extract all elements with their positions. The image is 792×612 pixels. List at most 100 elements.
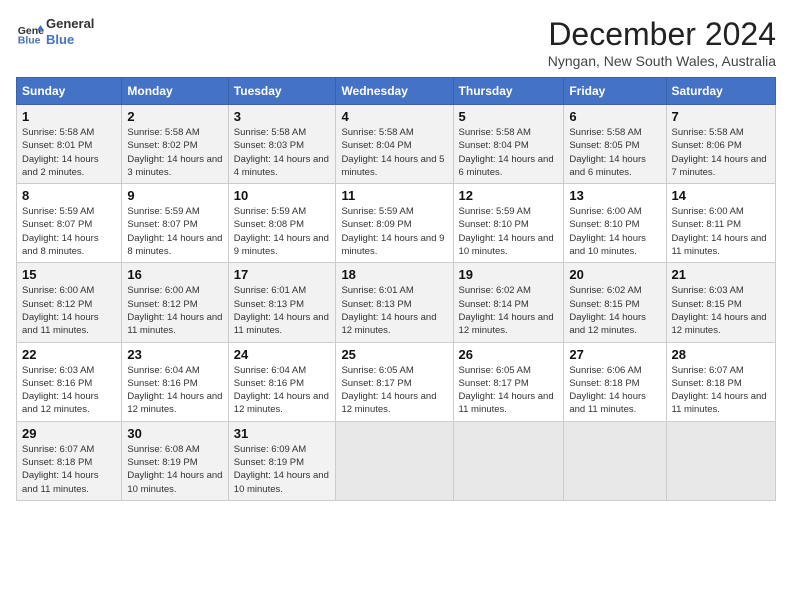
day-info: Sunrise: 5:58 AMSunset: 8:04 PMDaylight:…: [341, 126, 447, 179]
calendar-cell: [666, 421, 776, 500]
day-info: Sunrise: 5:59 AMSunset: 8:08 PMDaylight:…: [234, 205, 331, 258]
svg-text:Blue: Blue: [18, 34, 41, 46]
day-number: 28: [672, 347, 771, 362]
calendar-cell: 13 Sunrise: 6:00 AMSunset: 8:10 PMDaylig…: [564, 184, 666, 263]
calendar-cell: 14 Sunrise: 6:00 AMSunset: 8:11 PMDaylig…: [666, 184, 776, 263]
calendar-cell: 6 Sunrise: 5:58 AMSunset: 8:05 PMDayligh…: [564, 105, 666, 184]
day-info: Sunrise: 6:02 AMSunset: 8:15 PMDaylight:…: [569, 284, 660, 337]
day-info: Sunrise: 6:08 AMSunset: 8:19 PMDaylight:…: [127, 443, 222, 496]
day-number: 5: [459, 109, 559, 124]
day-number: 21: [672, 267, 771, 282]
calendar-cell: 18 Sunrise: 6:01 AMSunset: 8:13 PMDaylig…: [336, 263, 453, 342]
day-info: Sunrise: 6:01 AMSunset: 8:13 PMDaylight:…: [234, 284, 331, 337]
day-info: Sunrise: 6:07 AMSunset: 8:18 PMDaylight:…: [22, 443, 116, 496]
calendar-cell: 23 Sunrise: 6:04 AMSunset: 8:16 PMDaylig…: [122, 342, 228, 421]
page-header: General Blue General Blue December 2024 …: [16, 16, 776, 69]
day-info: Sunrise: 5:58 AMSunset: 8:04 PMDaylight:…: [459, 126, 559, 179]
day-info: Sunrise: 5:58 AMSunset: 8:03 PMDaylight:…: [234, 126, 331, 179]
calendar-cell: 17 Sunrise: 6:01 AMSunset: 8:13 PMDaylig…: [228, 263, 336, 342]
month-title: December 2024: [548, 16, 776, 53]
calendar-cell: 28 Sunrise: 6:07 AMSunset: 8:18 PMDaylig…: [666, 342, 776, 421]
day-info: Sunrise: 6:03 AMSunset: 8:16 PMDaylight:…: [22, 364, 116, 417]
calendar-header-row: SundayMondayTuesdayWednesdayThursdayFrid…: [17, 78, 776, 105]
day-info: Sunrise: 6:05 AMSunset: 8:17 PMDaylight:…: [459, 364, 559, 417]
calendar-cell: [564, 421, 666, 500]
title-block: December 2024 Nyngan, New South Wales, A…: [548, 16, 776, 69]
calendar-table: SundayMondayTuesdayWednesdayThursdayFrid…: [16, 77, 776, 501]
weekday-header-monday: Monday: [122, 78, 228, 105]
day-info: Sunrise: 6:00 AMSunset: 8:12 PMDaylight:…: [127, 284, 222, 337]
calendar-cell: 24 Sunrise: 6:04 AMSunset: 8:16 PMDaylig…: [228, 342, 336, 421]
day-number: 16: [127, 267, 222, 282]
day-number: 17: [234, 267, 331, 282]
day-number: 7: [672, 109, 771, 124]
day-info: Sunrise: 5:59 AMSunset: 8:10 PMDaylight:…: [459, 205, 559, 258]
calendar-cell: 7 Sunrise: 5:58 AMSunset: 8:06 PMDayligh…: [666, 105, 776, 184]
day-info: Sunrise: 6:03 AMSunset: 8:15 PMDaylight:…: [672, 284, 771, 337]
calendar-cell: 16 Sunrise: 6:00 AMSunset: 8:12 PMDaylig…: [122, 263, 228, 342]
day-info: Sunrise: 5:58 AMSunset: 8:01 PMDaylight:…: [22, 126, 116, 179]
day-info: Sunrise: 6:09 AMSunset: 8:19 PMDaylight:…: [234, 443, 331, 496]
calendar-cell: 21 Sunrise: 6:03 AMSunset: 8:15 PMDaylig…: [666, 263, 776, 342]
day-number: 3: [234, 109, 331, 124]
day-number: 24: [234, 347, 331, 362]
day-info: Sunrise: 5:59 AMSunset: 8:07 PMDaylight:…: [22, 205, 116, 258]
day-info: Sunrise: 5:58 AMSunset: 8:05 PMDaylight:…: [569, 126, 660, 179]
day-number: 31: [234, 426, 331, 441]
day-number: 11: [341, 188, 447, 203]
day-info: Sunrise: 6:04 AMSunset: 8:16 PMDaylight:…: [234, 364, 331, 417]
day-number: 15: [22, 267, 116, 282]
day-number: 8: [22, 188, 116, 203]
weekday-header-wednesday: Wednesday: [336, 78, 453, 105]
day-info: Sunrise: 6:00 AMSunset: 8:11 PMDaylight:…: [672, 205, 771, 258]
weekday-header-tuesday: Tuesday: [228, 78, 336, 105]
day-info: Sunrise: 5:59 AMSunset: 8:09 PMDaylight:…: [341, 205, 447, 258]
weekday-header-saturday: Saturday: [666, 78, 776, 105]
day-info: Sunrise: 6:04 AMSunset: 8:16 PMDaylight:…: [127, 364, 222, 417]
day-number: 4: [341, 109, 447, 124]
day-info: Sunrise: 6:01 AMSunset: 8:13 PMDaylight:…: [341, 284, 447, 337]
calendar-cell: 30 Sunrise: 6:08 AMSunset: 8:19 PMDaylig…: [122, 421, 228, 500]
calendar-cell: [453, 421, 564, 500]
day-number: 2: [127, 109, 222, 124]
day-number: 18: [341, 267, 447, 282]
calendar-cell: 22 Sunrise: 6:03 AMSunset: 8:16 PMDaylig…: [17, 342, 122, 421]
day-number: 13: [569, 188, 660, 203]
logo-icon: General Blue: [16, 18, 44, 46]
day-number: 26: [459, 347, 559, 362]
calendar-week-row: 29 Sunrise: 6:07 AMSunset: 8:18 PMDaylig…: [17, 421, 776, 500]
logo: General Blue General Blue: [16, 16, 94, 47]
calendar-cell: 8 Sunrise: 5:59 AMSunset: 8:07 PMDayligh…: [17, 184, 122, 263]
day-number: 20: [569, 267, 660, 282]
calendar-cell: 9 Sunrise: 5:59 AMSunset: 8:07 PMDayligh…: [122, 184, 228, 263]
day-info: Sunrise: 5:58 AMSunset: 8:02 PMDaylight:…: [127, 126, 222, 179]
weekday-header-sunday: Sunday: [17, 78, 122, 105]
day-number: 10: [234, 188, 331, 203]
day-info: Sunrise: 6:00 AMSunset: 8:12 PMDaylight:…: [22, 284, 116, 337]
day-number: 6: [569, 109, 660, 124]
calendar-cell: 10 Sunrise: 5:59 AMSunset: 8:08 PMDaylig…: [228, 184, 336, 263]
calendar-cell: 19 Sunrise: 6:02 AMSunset: 8:14 PMDaylig…: [453, 263, 564, 342]
calendar-cell: 4 Sunrise: 5:58 AMSunset: 8:04 PMDayligh…: [336, 105, 453, 184]
day-info: Sunrise: 6:06 AMSunset: 8:18 PMDaylight:…: [569, 364, 660, 417]
calendar-cell: 15 Sunrise: 6:00 AMSunset: 8:12 PMDaylig…: [17, 263, 122, 342]
calendar-week-row: 15 Sunrise: 6:00 AMSunset: 8:12 PMDaylig…: [17, 263, 776, 342]
day-info: Sunrise: 6:07 AMSunset: 8:18 PMDaylight:…: [672, 364, 771, 417]
day-number: 30: [127, 426, 222, 441]
calendar-cell: 29 Sunrise: 6:07 AMSunset: 8:18 PMDaylig…: [17, 421, 122, 500]
calendar-week-row: 1 Sunrise: 5:58 AMSunset: 8:01 PMDayligh…: [17, 105, 776, 184]
calendar-cell: 11 Sunrise: 5:59 AMSunset: 8:09 PMDaylig…: [336, 184, 453, 263]
calendar-cell: [336, 421, 453, 500]
day-number: 14: [672, 188, 771, 203]
weekday-header-friday: Friday: [564, 78, 666, 105]
day-number: 27: [569, 347, 660, 362]
logo-text: General Blue: [46, 16, 94, 47]
day-info: Sunrise: 6:02 AMSunset: 8:14 PMDaylight:…: [459, 284, 559, 337]
day-number: 25: [341, 347, 447, 362]
calendar-cell: 27 Sunrise: 6:06 AMSunset: 8:18 PMDaylig…: [564, 342, 666, 421]
calendar-cell: 2 Sunrise: 5:58 AMSunset: 8:02 PMDayligh…: [122, 105, 228, 184]
calendar-cell: 3 Sunrise: 5:58 AMSunset: 8:03 PMDayligh…: [228, 105, 336, 184]
day-number: 12: [459, 188, 559, 203]
calendar-cell: 5 Sunrise: 5:58 AMSunset: 8:04 PMDayligh…: [453, 105, 564, 184]
day-info: Sunrise: 6:00 AMSunset: 8:10 PMDaylight:…: [569, 205, 660, 258]
